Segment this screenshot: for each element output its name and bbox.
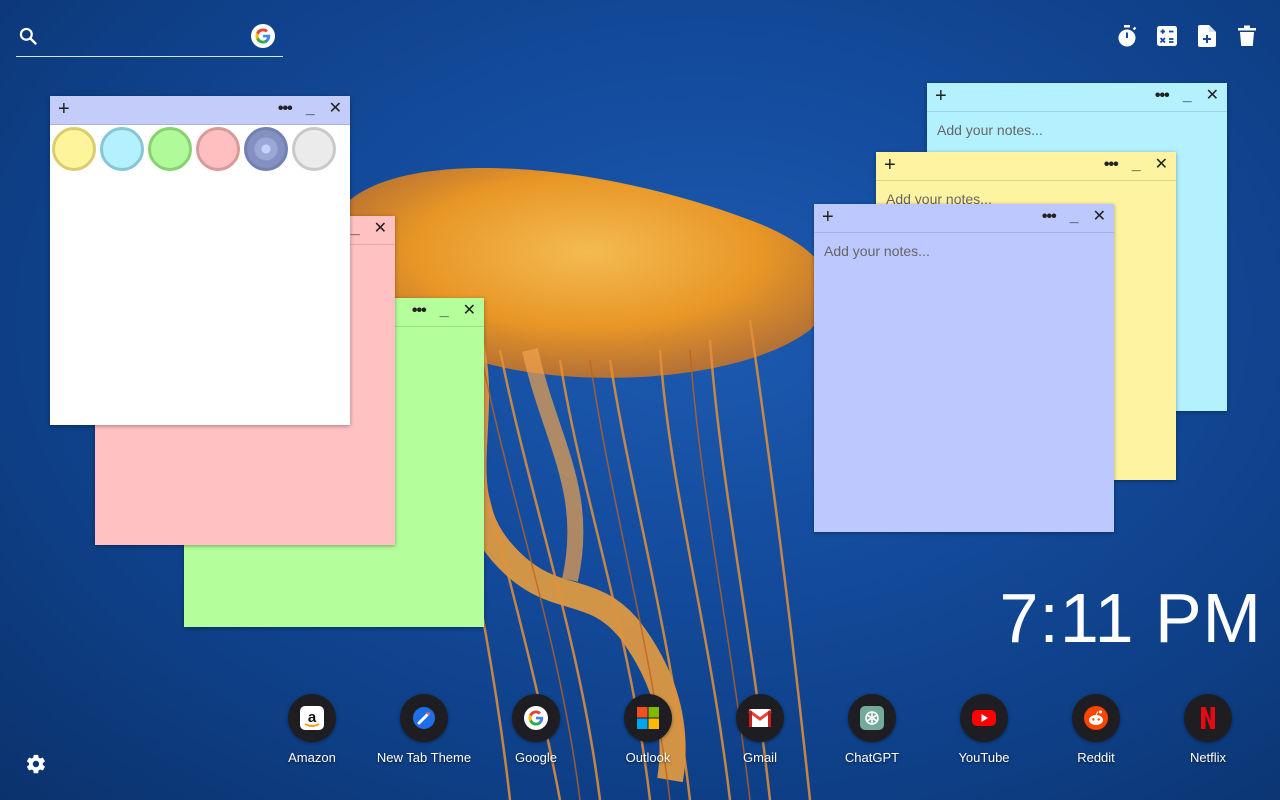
- google-g-icon[interactable]: [251, 24, 275, 48]
- note-menu-button[interactable]: •••: [278, 100, 293, 118]
- netflix-icon: [1184, 694, 1232, 742]
- new-note-icon[interactable]: [1196, 24, 1218, 48]
- note-menu-button[interactable]: •••: [412, 302, 427, 320]
- close-button[interactable]: ✕: [1206, 87, 1219, 105]
- minimize-button[interactable]: _: [351, 220, 360, 238]
- shortcut-youtube[interactable]: YouTube: [928, 694, 1040, 765]
- note-titlebar: + ••• _ ✕: [927, 83, 1227, 112]
- shortcut-label: Amazon: [288, 750, 336, 765]
- shortcut-new-tab-theme[interactable]: New Tab Theme: [368, 694, 480, 765]
- sticky-note-periwinkle: + ••• _ ✕: [814, 204, 1114, 532]
- shortcut-label: Outlook: [625, 750, 671, 765]
- timer-icon[interactable]: [1116, 24, 1138, 48]
- color-swatch-yellow[interactable]: [52, 127, 96, 171]
- close-button[interactable]: ✕: [374, 220, 387, 238]
- svg-text:a: a: [308, 709, 317, 726]
- clock: 7:11 PM: [999, 579, 1262, 657]
- note-menu-button[interactable]: •••: [1155, 87, 1170, 105]
- note-titlebar: + ••• _ ✕: [50, 96, 350, 125]
- new-tab-theme-icon: [400, 694, 448, 742]
- search-bar: [16, 18, 283, 57]
- shortcut-label: Google: [515, 750, 557, 765]
- note-titlebar: + ••• _ ✕: [814, 204, 1114, 233]
- color-palette: [50, 125, 350, 173]
- minimize-button[interactable]: _: [1183, 87, 1192, 105]
- trash-icon[interactable]: [1236, 24, 1258, 48]
- color-swatch-green[interactable]: [148, 127, 192, 171]
- sticky-note-white: + ••• _ ✕: [50, 96, 350, 425]
- toolbar: [1116, 24, 1258, 48]
- color-swatch-cyan[interactable]: [100, 127, 144, 171]
- gmail-icon: [736, 694, 784, 742]
- search-input[interactable]: [48, 24, 252, 50]
- search-icon: [19, 27, 37, 45]
- add-note-button[interactable]: +: [822, 207, 834, 227]
- shortcut-label: Netflix: [1189, 750, 1227, 765]
- shortcut-reddit[interactable]: Reddit: [1040, 694, 1152, 765]
- calculator-icon[interactable]: [1156, 24, 1178, 48]
- shortcut-label: ChatGPT: [844, 750, 900, 765]
- close-button[interactable]: ✕: [329, 100, 342, 118]
- minimize-button[interactable]: _: [1132, 156, 1141, 174]
- shortcut-gmail[interactable]: Gmail: [704, 694, 816, 765]
- note-menu-button[interactable]: •••: [1042, 208, 1057, 226]
- shortcut-amazon[interactable]: a Amazon: [256, 694, 368, 765]
- color-swatch-periwinkle-selected[interactable]: [244, 127, 288, 171]
- reddit-icon: [1072, 694, 1120, 742]
- color-swatch-pink[interactable]: [196, 127, 240, 171]
- shortcut-label: Reddit: [1077, 750, 1115, 765]
- youtube-icon: [960, 694, 1008, 742]
- minimize-button[interactable]: _: [306, 100, 315, 118]
- shortcut-outlook[interactable]: Outlook: [592, 694, 704, 765]
- shortcut-label: Gmail: [743, 750, 777, 765]
- shortcut-label: New Tab Theme: [376, 750, 472, 765]
- shortcut-netflix[interactable]: Netflix: [1152, 694, 1264, 765]
- shortcut-google[interactable]: Google: [480, 694, 592, 765]
- note-menu-button[interactable]: •••: [1104, 156, 1119, 174]
- note-titlebar: + ••• _ ✕: [876, 152, 1176, 181]
- gear-icon[interactable]: [25, 753, 47, 775]
- amazon-icon: a: [288, 694, 336, 742]
- color-swatch-white[interactable]: [292, 127, 336, 171]
- note-textarea[interactable]: [50, 173, 350, 425]
- add-note-button[interactable]: +: [935, 86, 947, 106]
- shortcut-label: YouTube: [958, 750, 1010, 765]
- close-button[interactable]: ✕: [1155, 156, 1168, 174]
- add-note-button[interactable]: +: [884, 155, 896, 175]
- outlook-icon: [624, 694, 672, 742]
- minimize-button[interactable]: _: [440, 302, 449, 320]
- chatgpt-icon: [848, 694, 896, 742]
- app-dock: a Amazon New Tab Theme Google Outlook Gm…: [256, 694, 1264, 765]
- minimize-button[interactable]: _: [1070, 208, 1079, 226]
- add-note-button[interactable]: +: [58, 99, 70, 119]
- google-icon: [512, 694, 560, 742]
- close-button[interactable]: ✕: [1093, 208, 1106, 226]
- shortcut-chatgpt[interactable]: ChatGPT: [816, 694, 928, 765]
- close-button[interactable]: ✕: [463, 302, 476, 320]
- note-textarea[interactable]: [814, 233, 1114, 532]
